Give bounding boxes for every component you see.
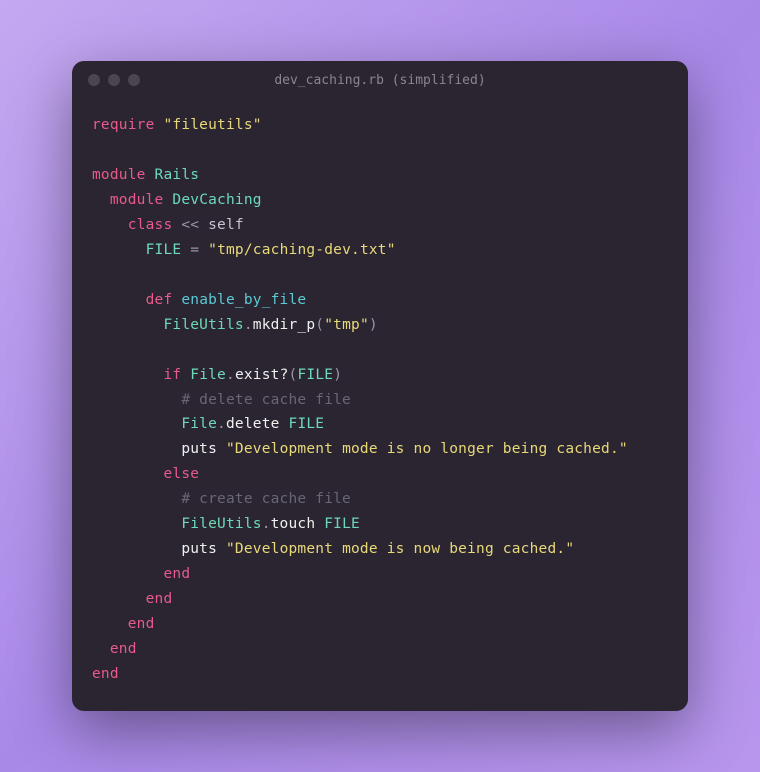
constant: FILE	[297, 367, 333, 383]
titlebar: dev_caching.rb (simplified)	[72, 61, 688, 99]
method-call: puts	[181, 441, 217, 457]
keyword-end: end	[146, 591, 173, 607]
comment: # create cache file	[181, 491, 351, 507]
method-call: mkdir_p	[253, 317, 316, 333]
keyword-end: end	[92, 666, 119, 682]
comment: # delete cache file	[181, 392, 351, 408]
keyword-def: def	[146, 292, 173, 308]
string-literal: "tmp/caching-dev.txt"	[208, 242, 396, 258]
string-literal: "tmp"	[324, 317, 369, 333]
constant: File	[190, 367, 226, 383]
editor-window: dev_caching.rb (simplified) require "fil…	[72, 61, 688, 711]
minimize-icon[interactable]	[108, 74, 120, 86]
constant: FILE	[146, 242, 182, 258]
method-call: delete	[226, 416, 280, 432]
maximize-icon[interactable]	[128, 74, 140, 86]
constant: FileUtils	[163, 317, 243, 333]
string-literal: "fileutils"	[163, 117, 261, 133]
code-area: require "fileutils" module Rails module …	[72, 99, 688, 711]
window-title: dev_caching.rb (simplified)	[72, 73, 688, 88]
constant: DevCaching	[172, 192, 261, 208]
keyword-module: module	[110, 192, 164, 208]
keyword-require: require	[92, 117, 155, 133]
keyword-module: module	[92, 167, 146, 183]
constant: FILE	[324, 516, 360, 532]
constant: Rails	[155, 167, 200, 183]
method-call: puts	[181, 541, 217, 557]
traffic-lights	[88, 74, 140, 86]
keyword-end: end	[110, 641, 137, 657]
method-call: touch	[271, 516, 316, 532]
keyword-class: class	[128, 217, 173, 233]
constant: FILE	[289, 416, 325, 432]
string-literal: "Development mode is now being cached."	[226, 541, 574, 557]
constant: File	[181, 416, 217, 432]
keyword-self: self	[208, 217, 244, 233]
string-literal: "Development mode is no longer being cac…	[226, 441, 628, 457]
keyword-else: else	[163, 466, 199, 482]
keyword-if: if	[163, 367, 181, 383]
method-call: exist?	[235, 367, 289, 383]
keyword-end: end	[163, 566, 190, 582]
constant: FileUtils	[181, 516, 261, 532]
keyword-end: end	[128, 616, 155, 632]
close-icon[interactable]	[88, 74, 100, 86]
method-name: enable_by_file	[181, 292, 306, 308]
